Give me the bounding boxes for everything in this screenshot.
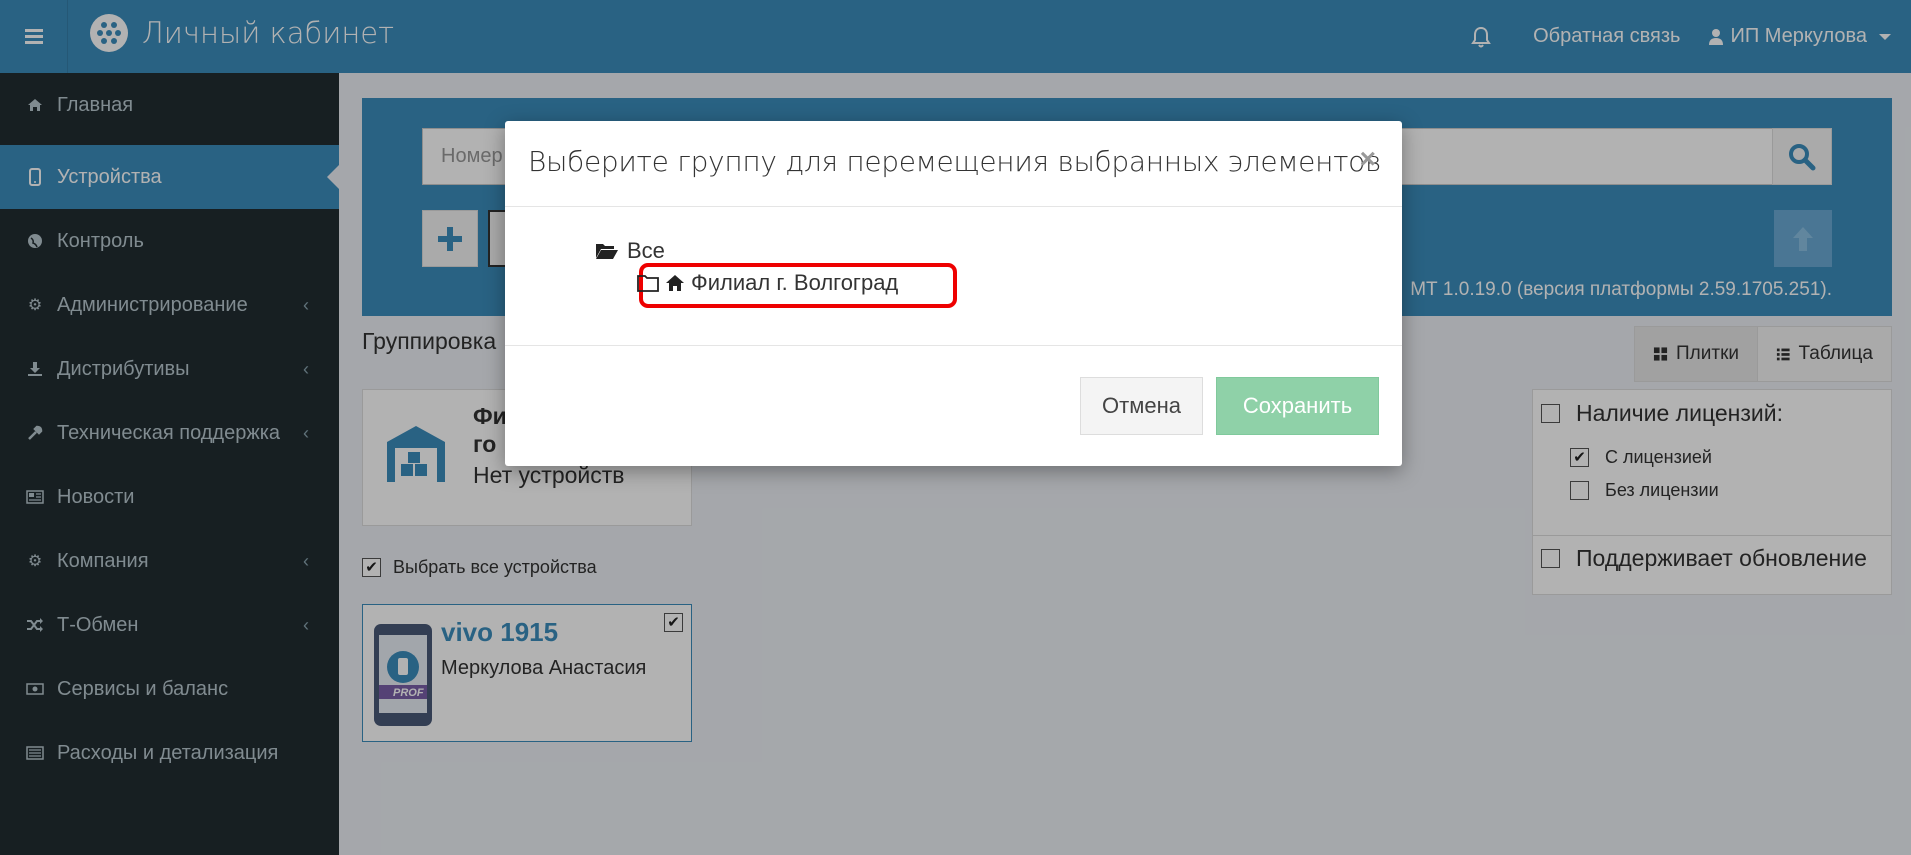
- modal-title: Выберите группу для перемещения выбранны…: [528, 145, 1382, 178]
- folder-icon: [637, 275, 659, 292]
- tree-node-label: Все: [627, 238, 665, 263]
- home-icon: [666, 275, 684, 291]
- close-icon[interactable]: ×: [1360, 143, 1376, 175]
- modal-footer-divider: [505, 345, 1402, 346]
- tree-node-all[interactable]: Все: [595, 238, 665, 264]
- move-group-dialog: Выберите группу для перемещения выбранны…: [505, 121, 1402, 466]
- folder-open-icon: [596, 244, 618, 259]
- save-button[interactable]: Сохранить: [1216, 377, 1379, 435]
- cancel-button[interactable]: Отмена: [1080, 377, 1203, 435]
- tree-node-label: Филиал г. Волгоград: [691, 270, 899, 295]
- modal-header: Выберите группу для перемещения выбранны…: [505, 121, 1402, 207]
- tree-node-volgograd[interactable]: Филиал г. Волгоград: [637, 264, 898, 302]
